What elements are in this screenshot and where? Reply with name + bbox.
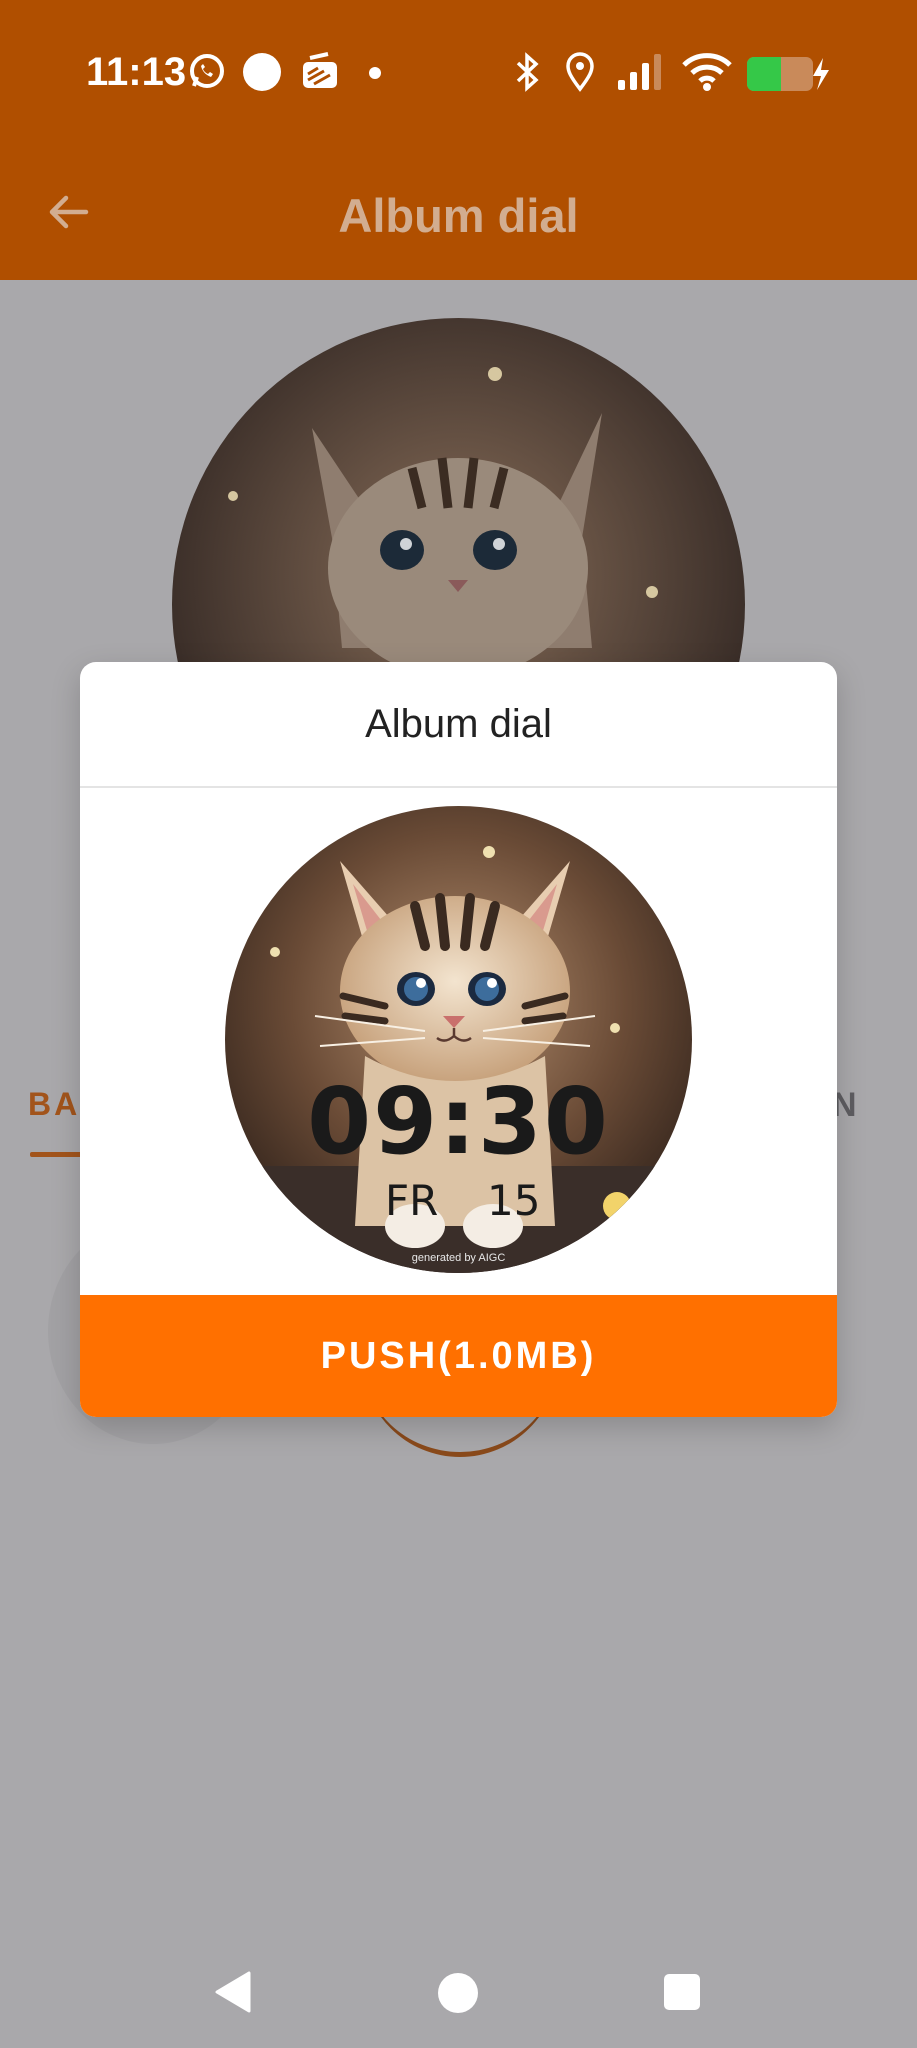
- dial-date: 15: [487, 1176, 541, 1225]
- dial-preview: 09:30 FR 15 generated by AIGC: [225, 806, 692, 1273]
- dot-icon: [369, 67, 381, 79]
- wifi-icon: [682, 53, 732, 91]
- stack-icon: [303, 52, 337, 88]
- home-circle-icon[interactable]: [437, 1972, 479, 2014]
- back-triangle-icon[interactable]: [213, 1970, 253, 2014]
- app-bar: 11:13 Album dial: [0, 0, 917, 280]
- dial-credit: generated by AIGC: [411, 1252, 506, 1264]
- dialog-divider: [80, 786, 837, 788]
- album-dial-dialog: Album dial 09:30 FR 15 generated by AIGC…: [80, 662, 837, 1417]
- push-button[interactable]: PUSH(1.0MB): [80, 1295, 837, 1417]
- status-bar: 11:13: [0, 0, 917, 140]
- dial-day: FR: [385, 1176, 439, 1225]
- circle-icon: [243, 53, 281, 91]
- signal-icon: [618, 54, 661, 90]
- whatsapp-icon: [190, 54, 224, 88]
- dial-time: 09:30: [307, 1068, 610, 1175]
- page-title: Album dial: [338, 189, 579, 242]
- dialog-title: Album dial: [365, 702, 552, 746]
- status-time: 11:13: [86, 50, 187, 94]
- recents-square-icon[interactable]: [663, 1973, 701, 2011]
- location-icon: [566, 52, 594, 92]
- kitten-photo: [225, 806, 692, 1273]
- bluetooth-icon: [516, 52, 539, 92]
- battery-charging-icon: [747, 57, 829, 91]
- navigation-bar: [0, 1930, 917, 2048]
